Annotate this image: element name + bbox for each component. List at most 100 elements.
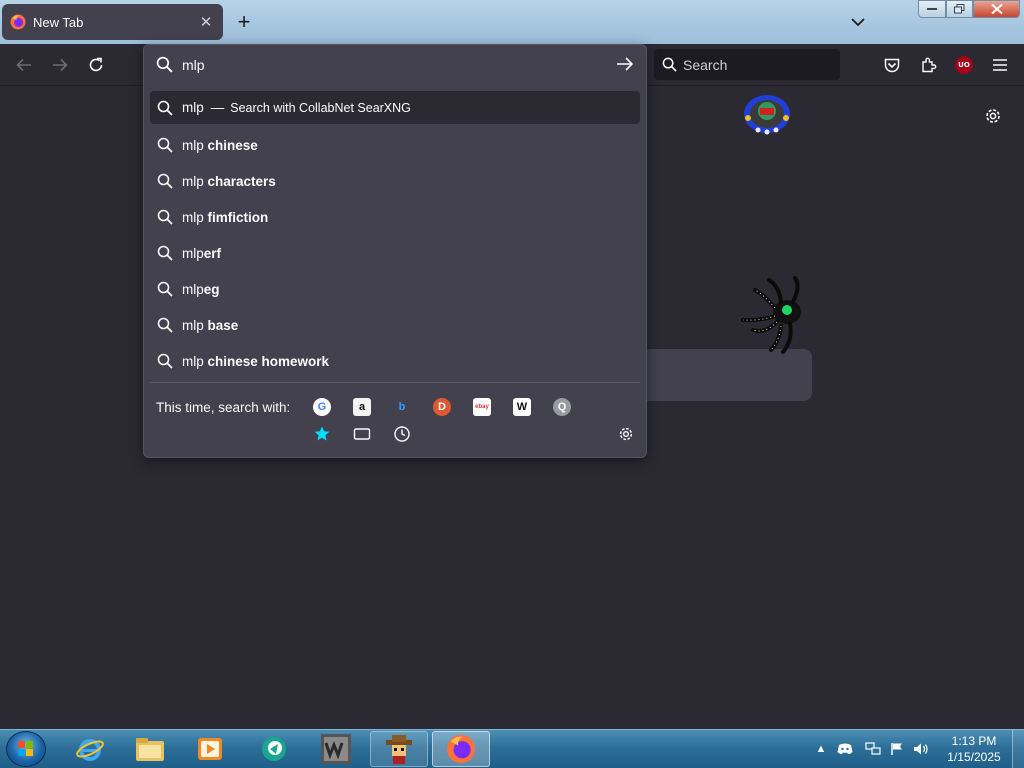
- winaero-app-icon: [321, 734, 351, 764]
- search-icon: [157, 137, 173, 153]
- action-center-flag-icon[interactable]: [888, 740, 906, 758]
- popup-divider: [150, 382, 640, 383]
- search-settings-gear-icon[interactable]: [617, 425, 635, 443]
- ublock-origin-icon[interactable]: UO: [955, 56, 973, 74]
- discord-icon[interactable]: [836, 740, 854, 758]
- search-icon: [156, 56, 173, 73]
- pocket-icon: [884, 58, 900, 72]
- game-taskbar-button[interactable]: [370, 731, 428, 767]
- suggestion-prefix: mlp: [182, 209, 208, 225]
- suggestion-list: mlp — Search with CollabNet SearXNG mlp …: [150, 91, 640, 379]
- google-engine-icon[interactable]: G: [313, 398, 331, 416]
- search-suggestion[interactable]: mlp chinese: [150, 127, 640, 163]
- top-site-card[interactable]: [647, 349, 812, 401]
- cowboy-character-icon: [386, 735, 412, 764]
- window-controls: [918, 0, 1020, 18]
- application-menu-button[interactable]: [988, 53, 1012, 77]
- windows-logo-icon: [18, 741, 33, 756]
- start-button[interactable]: [6, 731, 46, 767]
- suggestion-completion: characters: [207, 173, 276, 189]
- list-all-tabs-chevron-down-icon[interactable]: [846, 10, 870, 34]
- search-suggestion[interactable]: mlp base: [150, 307, 640, 343]
- reload-button[interactable]: [84, 53, 108, 77]
- address-bar-input[interactable]: mlp: [182, 57, 205, 73]
- search-suggestion[interactable]: mlp eg: [150, 271, 640, 307]
- suggestion-prefix: mlp: [182, 245, 204, 261]
- search-suggestion[interactable]: mlp chinese homework: [150, 343, 640, 379]
- search-bar[interactable]: Search: [654, 49, 840, 80]
- tab-title: New Tab: [33, 14, 84, 30]
- forward-arrow-icon: [53, 58, 68, 72]
- tabs-icon[interactable]: [353, 425, 371, 443]
- search-icon: [157, 353, 173, 369]
- amazon-engine-icon[interactable]: a: [353, 398, 371, 416]
- go-arrow-icon[interactable]: [616, 56, 634, 72]
- close-tab-icon[interactable]: ✕: [197, 13, 215, 31]
- search-bar-placeholder: Search: [683, 56, 728, 73]
- media-player-icon: [198, 738, 222, 760]
- file-explorer-taskbar-button[interactable]: [121, 731, 179, 767]
- bing-engine-icon[interactable]: b: [393, 398, 411, 416]
- search-icon: [157, 317, 173, 333]
- firefox-icon: [10, 14, 26, 30]
- duckduckgo-engine-icon[interactable]: D: [433, 398, 451, 416]
- suggestion-completion: fimfiction: [207, 209, 269, 225]
- close-window-button[interactable]: [973, 0, 1020, 18]
- app-taskbar-button[interactable]: [307, 731, 365, 767]
- desktop-pet-badge-sprite: [744, 95, 790, 135]
- result-separator: —: [210, 100, 225, 115]
- search-engine-result[interactable]: mlp — Search with CollabNet SearXNG: [150, 91, 640, 124]
- suggestion-completion: base: [207, 317, 239, 333]
- bookmarks-star-icon[interactable]: [313, 425, 331, 443]
- folder-icon: [136, 738, 164, 761]
- show-desktop-button[interactable]: [1012, 730, 1024, 768]
- puzzle-piece-icon: [922, 57, 937, 73]
- volume-speaker-icon[interactable]: [912, 740, 930, 758]
- pocket-button[interactable]: [880, 53, 904, 77]
- ebay-engine-icon[interactable]: ebay: [473, 398, 491, 416]
- search-suggestion[interactable]: mlp fimfiction: [150, 199, 640, 235]
- suggestion-prefix: mlp: [182, 281, 204, 297]
- app-taskbar-button[interactable]: [245, 731, 303, 767]
- search-icon: [157, 245, 173, 261]
- network-icon[interactable]: [864, 740, 882, 758]
- searxng-engine-icon[interactable]: Q: [553, 398, 571, 416]
- result-action-label: Search with CollabNet SearXNG: [230, 100, 411, 115]
- internet-explorer-taskbar-button[interactable]: [61, 731, 119, 767]
- wikipedia-engine-icon[interactable]: W: [513, 398, 531, 416]
- search-suggestion[interactable]: mlp erf: [150, 235, 640, 271]
- firefox-icon: [446, 734, 476, 764]
- search-icon: [157, 209, 173, 225]
- suggestion-prefix: mlp: [182, 137, 208, 153]
- new-tab-button[interactable]: +: [232, 10, 256, 34]
- tab-new-tab[interactable]: New Tab ✕: [2, 4, 223, 40]
- search-icon: [157, 100, 173, 116]
- desktop-pet-octopus-sprite: [741, 276, 801, 354]
- search-icon: [662, 57, 677, 72]
- engine-glyph: Q: [557, 401, 567, 413]
- one-off-search-label: This time, search with:: [156, 400, 291, 415]
- windows-taskbar: ▲ 1:13 PM 1/15/2025: [0, 729, 1024, 768]
- media-player-taskbar-button[interactable]: [181, 731, 239, 767]
- firefox-taskbar-button[interactable]: [432, 731, 490, 767]
- suggestion-prefix: mlp: [182, 173, 208, 189]
- engine-glyph: b: [398, 401, 406, 413]
- customize-gear-icon[interactable]: [983, 106, 1003, 126]
- restore-window-button[interactable]: [946, 0, 973, 18]
- green-app-icon: [262, 737, 286, 761]
- reload-icon: [89, 57, 103, 72]
- minimize-window-button[interactable]: [918, 0, 946, 18]
- suggestion-completion: chinese homework: [207, 353, 330, 369]
- show-hidden-icons-chevron-up-icon[interactable]: ▲: [812, 740, 830, 758]
- address-bar[interactable]: mlp: [144, 45, 646, 85]
- forward-button[interactable]: [48, 53, 72, 77]
- engine-glyph: D: [438, 401, 446, 413]
- system-clock[interactable]: 1:13 PM 1/15/2025: [942, 733, 1006, 765]
- extensions-button[interactable]: [917, 53, 941, 77]
- search-suggestion[interactable]: mlp characters: [150, 163, 640, 199]
- clock-time: 1:13 PM: [951, 734, 997, 748]
- back-button[interactable]: [12, 53, 36, 77]
- hamburger-menu-icon: [993, 59, 1007, 71]
- history-clock-icon[interactable]: [393, 425, 411, 443]
- result-query: mlp: [182, 100, 204, 115]
